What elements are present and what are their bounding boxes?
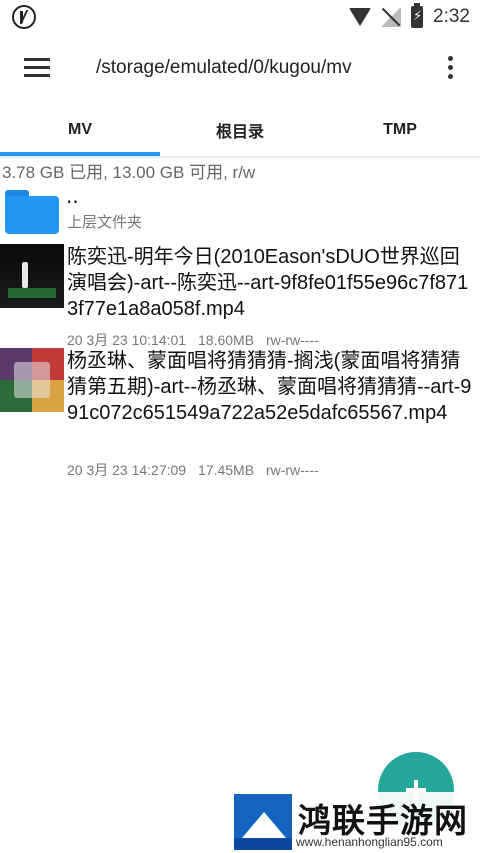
- tab-mv[interactable]: MV: [0, 104, 160, 156]
- battery-icon: ⚡: [411, 3, 424, 28]
- watermark-url: www.henanhonglian95.com: [296, 835, 443, 849]
- k-logo-icon: [12, 5, 36, 29]
- no-signal-icon: [381, 7, 402, 27]
- toolbar: /storage/emulated/0/kugou/mv: [0, 34, 480, 104]
- current-path-title: /storage/emulated/0/kugou/mv: [96, 57, 352, 78]
- battery-charging-glyph: ⚡: [413, 9, 423, 24]
- parent-folder-row[interactable]: .. 上层文件夹: [0, 184, 480, 238]
- file-meta: 20 3月 23 14:27:09 17.45MB rw-rw----: [67, 460, 327, 480]
- tab-bar: MV 根目录 TMP: [0, 104, 480, 156]
- file-meta: 20 3月 23 10:14:01 18.60MB rw-rw----: [67, 330, 327, 350]
- parent-folder-name: ..: [66, 184, 79, 208]
- file-row[interactable]: 陈奕迅-明年今日(2010Eason'sDUO世界巡回演唱会)-art--陈奕迅…: [0, 244, 480, 348]
- folder-icon: [5, 190, 59, 234]
- parent-folder-label: 上层文件夹: [67, 213, 143, 231]
- file-row[interactable]: 杨丞琳、蒙面唱将猜猜猜-搁浅(蒙面唱将猜猜猜第五期)-art--杨丞琳、蒙面唱将…: [0, 348, 480, 478]
- wifi-icon: [349, 8, 372, 26]
- status-icons: ⚡ 2:32: [349, 0, 470, 34]
- file-name: 杨丞琳、蒙面唱将猜猜猜-搁浅(蒙面唱将猜猜猜第五期)-art--杨丞琳、蒙面唱将…: [67, 350, 472, 424]
- clock: 2:32: [433, 6, 470, 27]
- watermark-logo-icon: [234, 794, 292, 850]
- tab-root[interactable]: 根目录: [160, 104, 320, 156]
- video-thumbnail: [0, 244, 64, 308]
- more-vertical-icon[interactable]: [444, 56, 458, 84]
- file-name: 陈奕迅-明年今日(2010Eason'sDUO世界巡回演唱会)-art--陈奕迅…: [67, 246, 469, 320]
- file-date: 20 3月 23 14:27:09: [67, 462, 187, 478]
- file-size: 17.45MB: [198, 462, 255, 478]
- storage-info: 3.78 GB 已用, 13.00 GB 可用, r/w: [2, 163, 256, 182]
- watermark: 鸿联手游网 www.henanhonglian95.com: [228, 792, 480, 853]
- tab-tmp[interactable]: TMP: [320, 104, 480, 156]
- video-thumbnail: [0, 348, 64, 412]
- status-bar: ⚡ 2:32: [0, 0, 480, 34]
- file-date: 20 3月 23 10:14:01: [67, 332, 187, 348]
- file-permissions: rw-rw----: [265, 462, 319, 478]
- file-permissions: rw-rw----: [265, 332, 319, 348]
- hamburger-menu-icon[interactable]: [24, 58, 50, 78]
- file-size: 18.60MB: [198, 332, 255, 348]
